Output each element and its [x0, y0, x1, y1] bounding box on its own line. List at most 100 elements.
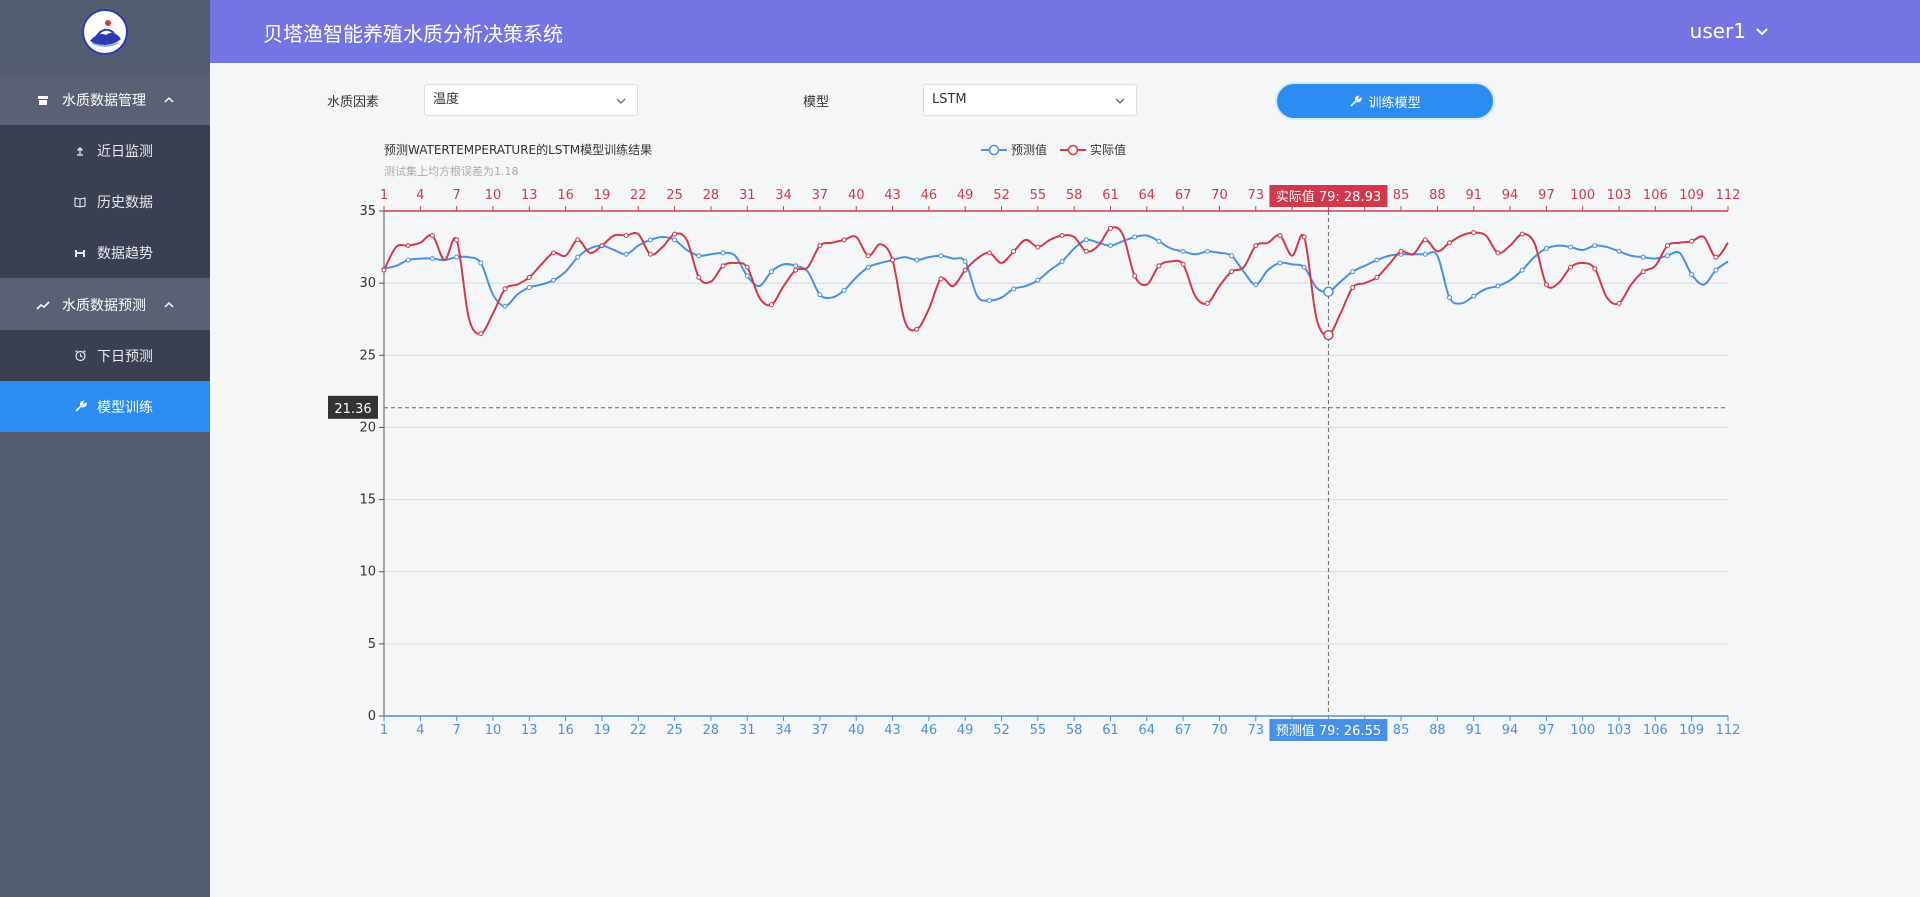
monitor-icon	[73, 144, 87, 158]
y-tick-label: 15	[359, 493, 376, 508]
x-tick-label-top: 22	[630, 188, 647, 203]
point-actual	[1059, 233, 1065, 239]
point-predicted	[890, 257, 896, 263]
point-predicted	[575, 254, 581, 260]
chevron-down-icon[interactable]	[1754, 23, 1770, 39]
legend-actual-marker	[1060, 144, 1086, 155]
point-predicted	[1204, 248, 1210, 254]
point-predicted	[551, 277, 557, 283]
tooltip-predicted-box	[1269, 719, 1388, 741]
point-actual	[1543, 282, 1549, 288]
point-predicted	[1447, 295, 1453, 301]
app-title: 贝塔渔智能养殖水质分析决策系统	[263, 22, 563, 46]
point-actual	[1083, 248, 1089, 254]
menu-group-water-data-management[interactable]: 水质数据管理	[0, 75, 210, 125]
legend-predicted-marker	[981, 144, 1007, 155]
legend-predicted[interactable]: 预测值	[981, 141, 1047, 158]
x-tick-label-top: 55	[1030, 188, 1047, 203]
point-actual	[381, 267, 387, 273]
line-chart[interactable]: 0 5 10 15 20 25 30 35 1 1 4 4 7 7 10 10 13 13 16 16 19 19 22 22…	[0, 0, 1920, 897]
x-tick-label-top: 49	[957, 188, 974, 203]
sidebar-item-recent-monitoring[interactable]: 近日监测	[0, 125, 210, 176]
point-predicted	[1398, 251, 1404, 257]
factor-select[interactable]: 温度	[424, 84, 638, 116]
train-model-button[interactable]: 训练模型	[1277, 84, 1493, 118]
point-predicted	[1543, 246, 1549, 252]
x-tick-label-bottom: 64	[1139, 723, 1156, 738]
factor-select-value: 温度	[433, 92, 460, 107]
point-actual	[841, 237, 847, 243]
point-predicted	[1495, 283, 1501, 289]
sidebar-item-model-training[interactable]: 模型训练	[0, 381, 210, 432]
x-tick-label-top: 91	[1465, 188, 1482, 203]
x-tick-label-bottom: 73	[1248, 723, 1265, 738]
y-tick-label: 0	[368, 709, 376, 724]
chart-subtitle: 测试集上均方根误差为1.18	[384, 165, 519, 178]
x-tick-label-bottom: 37	[812, 723, 829, 738]
chevron-up-icon[interactable]	[163, 299, 175, 311]
point-predicted	[1616, 248, 1622, 254]
point-predicted	[1519, 267, 1525, 273]
menu-group-water-data-prediction[interactable]: 水质数据预测	[0, 280, 210, 330]
point-predicted	[672, 237, 678, 243]
point-predicted	[623, 251, 629, 257]
point-actual	[1689, 238, 1695, 244]
point-predicted	[841, 287, 847, 293]
point-actual	[1519, 231, 1525, 237]
point-predicted	[865, 264, 871, 270]
user-menu[interactable]: user1	[1690, 19, 1770, 43]
x-tick-label-top: 28	[703, 188, 720, 203]
x-tick-label-top: 73	[1248, 188, 1265, 203]
x-tick-label-bottom: 7	[453, 723, 461, 738]
point-predicted	[1568, 244, 1574, 250]
point-actual	[1664, 243, 1670, 249]
point-predicted	[696, 253, 702, 259]
sidebar-item-label: 数据趋势	[97, 245, 153, 262]
x-tick-label-top: 85	[1393, 188, 1410, 203]
point-actual	[1325, 332, 1331, 338]
sidebar-item-next-day-prediction[interactable]: 下日预测	[0, 330, 210, 381]
point-predicted	[1374, 257, 1380, 263]
chevron-up-icon[interactable]	[163, 94, 175, 106]
x-tick-label-top: 43	[884, 188, 901, 203]
point-actual	[672, 231, 678, 237]
point-actual	[1156, 263, 1162, 269]
point-actual	[890, 257, 896, 263]
point-actual	[865, 253, 871, 259]
point-actual	[696, 274, 702, 280]
legend-predicted-label: 预测值	[1011, 143, 1048, 157]
tooltip-actual-label: 实际值 79: 28.93	[1276, 189, 1381, 205]
point-predicted	[1325, 289, 1331, 295]
x-tick-label-bottom: 106	[1643, 723, 1668, 738]
x-tick-label-top: 112	[1716, 188, 1741, 203]
logo[interactable]	[82, 9, 128, 55]
sidebar-item-history-data[interactable]: 历史数据	[0, 176, 210, 227]
x-tick-label-bottom: 22	[630, 723, 647, 738]
point-actual	[1204, 300, 1210, 306]
point-predicted	[1350, 269, 1356, 275]
top-header: 贝塔渔智能养殖水质分析决策系统 user1	[210, 0, 1920, 63]
sidebar-item-label: 近日监测	[97, 143, 153, 160]
point-actual	[938, 276, 944, 282]
sidebar-item-data-trend[interactable]: 数据趋势	[0, 227, 210, 278]
point-actual	[1277, 233, 1283, 239]
model-select-value: LSTM	[932, 92, 967, 107]
point-predicted	[1713, 267, 1719, 273]
x-tick-label-top: 10	[485, 188, 502, 203]
point-predicted	[478, 260, 484, 266]
model-select[interactable]: LSTM	[923, 84, 1137, 116]
point-actual	[1640, 269, 1646, 275]
x-tick-label-bottom: 76	[1284, 723, 1301, 738]
point-actual	[623, 233, 629, 239]
database-icon	[36, 93, 50, 107]
x-tick-label-bottom: 85	[1393, 723, 1410, 738]
x-tick-label-top: 34	[775, 188, 792, 203]
x-tick-label-bottom: 67	[1175, 723, 1192, 738]
highlight-point-actual	[1323, 329, 1334, 341]
series-line-predicted	[383, 234, 1729, 308]
point-predicted	[1132, 234, 1138, 240]
point-predicted	[986, 297, 992, 303]
x-tick-label-top: 94	[1502, 188, 1519, 203]
legend-actual[interactable]: 实际值	[1060, 141, 1126, 158]
train-button-label: 训练模型	[1368, 95, 1421, 111]
